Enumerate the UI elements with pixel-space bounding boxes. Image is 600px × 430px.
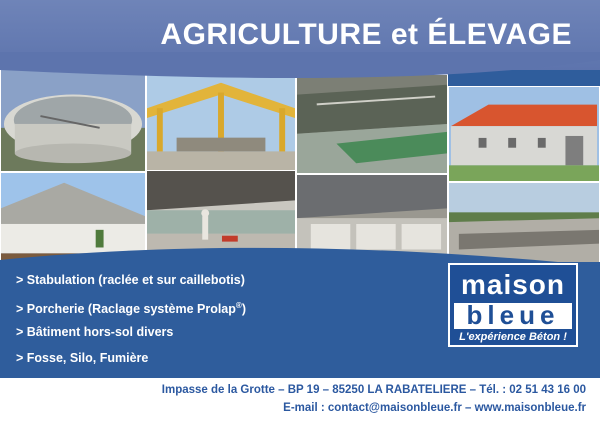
advert-page: AGRICULTURE et ÉLEVAGE > Stabulation (ra… bbox=[0, 0, 600, 430]
feature-item-fosse: > Fosse, Silo, Fumière bbox=[16, 351, 149, 365]
footer-contact: E-mail : contact@maisonbleue.fr – www.ma… bbox=[283, 402, 586, 414]
logo-word-bleue: bleue bbox=[466, 300, 560, 330]
red-roof-building-photo bbox=[448, 86, 600, 182]
top-wave bbox=[0, 52, 600, 79]
maison-bleue-logo: maison bleue L'expérience Béton ! bbox=[448, 263, 578, 347]
footer: Impasse de la Grotte – BP 19 – 85250 LA … bbox=[0, 378, 600, 430]
footer-address: Impasse de la Grotte – BP 19 – 85250 LA … bbox=[161, 384, 586, 396]
stable-interior-photo bbox=[296, 74, 448, 174]
feature-list: > Stabulation (raclée et sur caillebotis… bbox=[16, 272, 246, 376]
feature-item-stabulation: > Stabulation (raclée et sur caillebotis… bbox=[16, 273, 245, 287]
logo-word-maison: maison bbox=[460, 269, 566, 300]
logo-tagline: L'expérience Béton ! bbox=[459, 331, 567, 343]
page-title: AGRICULTURE et ÉLEVAGE bbox=[160, 18, 572, 51]
logo-word-box: bleue bbox=[454, 300, 572, 330]
feature-item-porcherie: > Porcherie (Raclage système Prolap®) bbox=[16, 301, 246, 317]
feature-item-batiment: > Bâtiment hors-sol divers bbox=[16, 325, 174, 339]
